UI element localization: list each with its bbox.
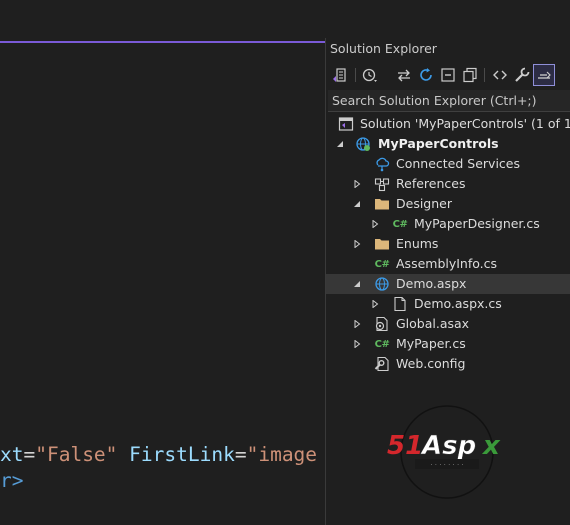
history-icon[interactable] [359, 64, 381, 86]
panel-title: Solution Explorer [330, 41, 437, 56]
code-equals: = [234, 443, 247, 466]
tree-item-label: Web.config [396, 356, 466, 371]
code-editor[interactable]: xt="False" FirstLink="image r> [0, 0, 325, 525]
expanded-arrow-icon[interactable] [335, 139, 345, 149]
sync-icon[interactable] [393, 64, 415, 86]
refresh-icon[interactable] [415, 64, 437, 86]
tree-item-solution[interactable]: Solution 'MyPaperControls' (1 of 1 p [326, 114, 570, 134]
code-attr-name: FirstLink [129, 443, 235, 466]
code-line-attributes: xt="False" FirstLink="image [0, 443, 317, 467]
tree-item-mypaper-cs[interactable]: C# MyPaper.cs [326, 334, 570, 354]
csharp-file-icon: C# [374, 258, 390, 270]
folder-icon [374, 236, 390, 252]
tree-item-label: MyPaperDesigner.cs [414, 216, 540, 231]
tree-item-label: References [396, 176, 466, 191]
svg-text:Asp: Asp [420, 431, 476, 461]
tree-item-designer-folder[interactable]: Designer [326, 194, 570, 214]
tree-item-label: MyPaperControls [378, 136, 499, 151]
code-tag-end: r> [0, 469, 24, 492]
search-input[interactable] [328, 90, 570, 111]
tree-item-label: Enums [396, 236, 439, 251]
tree-item-assemblyinfo-cs[interactable]: C# AssemblyInfo.cs [326, 254, 570, 274]
csharp-file-icon: C# [392, 218, 408, 230]
view-code-icon[interactable] [489, 64, 511, 86]
svg-text:x: x [481, 431, 501, 461]
tree-item-label: MyPaper.cs [396, 336, 466, 351]
folder-icon [374, 196, 390, 212]
51aspx-watermark-logo: 51 Asp x · · · · · · · · [385, 403, 513, 503]
code-attr-name: xt [0, 443, 24, 466]
tree-item-project[interactable]: MyPaperControls [326, 134, 570, 154]
svg-text:· · · · · · · ·: · · · · · · · · [430, 461, 463, 469]
collapsed-arrow-icon[interactable] [370, 219, 380, 229]
tree-item-label: Demo.aspx [396, 276, 467, 291]
tree-item-mypaperdesigner-cs[interactable]: C# MyPaperDesigner.cs [326, 214, 570, 234]
properties-icon[interactable] [511, 64, 533, 86]
csharp-file-icon: C# [374, 338, 390, 350]
switch-views-icon[interactable] [329, 64, 351, 86]
tree-item-label: Global.asax [396, 316, 470, 331]
search-box[interactable] [328, 90, 570, 112]
tree-item-enums-folder[interactable]: Enums [326, 234, 570, 254]
editor-tab-accent-line [0, 41, 325, 43]
collapse-all-icon[interactable] [437, 64, 459, 86]
config-file-icon [374, 356, 390, 372]
tree-item-global-asax[interactable]: Global.asax [326, 314, 570, 334]
solution-icon [338, 116, 354, 132]
solution-explorer-toolbar [326, 62, 570, 88]
references-icon [374, 176, 390, 192]
expanded-arrow-icon[interactable] [352, 279, 362, 289]
tree-item-references[interactable]: References [326, 174, 570, 194]
web-project-icon [355, 136, 371, 152]
preview-selected-icon[interactable] [533, 64, 555, 86]
tree-item-label: Demo.aspx.cs [414, 296, 502, 311]
tree-item-web-config[interactable]: Web.config [326, 354, 570, 374]
code-equals: = [23, 443, 36, 466]
code-file-icon [392, 296, 408, 312]
web-form-icon [374, 276, 390, 292]
code-line-tag-close: r> [0, 469, 23, 493]
tree-item-label: Connected Services [396, 156, 520, 171]
expanded-arrow-icon[interactable] [352, 199, 362, 209]
show-all-files-icon[interactable] [459, 64, 481, 86]
tree-item-demo-aspx-cs[interactable]: Demo.aspx.cs [326, 294, 570, 314]
collapsed-arrow-icon[interactable] [370, 299, 380, 309]
global-asax-icon [374, 316, 390, 332]
code-attr-value: "image [246, 443, 318, 466]
collapsed-arrow-icon[interactable] [352, 319, 362, 329]
tree-item-demo-aspx[interactable]: Demo.aspx [326, 274, 570, 294]
svg-text:51: 51 [387, 431, 423, 461]
collapsed-arrow-icon[interactable] [352, 179, 362, 189]
tree-item-label: Solution 'MyPaperControls' (1 of 1 p [360, 116, 570, 131]
tree-item-label: AssemblyInfo.cs [396, 256, 498, 271]
tree-item-label: Designer [396, 196, 452, 211]
collapsed-arrow-icon[interactable] [352, 339, 362, 349]
code-attr-value: "False" [35, 443, 118, 466]
tree-item-connected-services[interactable]: Connected Services [326, 154, 570, 174]
connected-services-icon [374, 156, 390, 172]
collapsed-arrow-icon[interactable] [352, 239, 362, 249]
